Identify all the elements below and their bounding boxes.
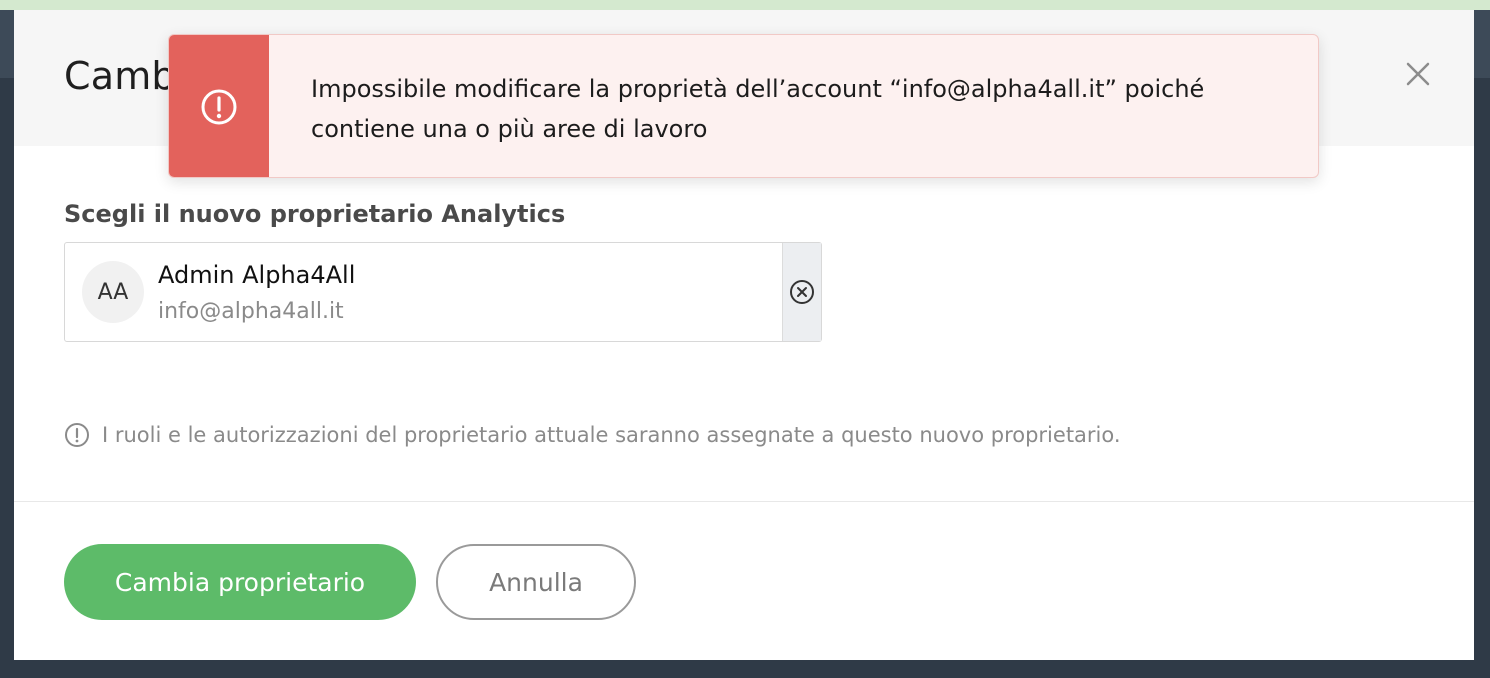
footer-divider xyxy=(14,501,1474,502)
background-page-right-strip xyxy=(1474,10,1490,78)
toast-icon-band xyxy=(169,35,269,177)
info-circle-icon xyxy=(64,422,90,448)
owner-selector[interactable]: AA Admin Alpha4All info@alpha4all.it xyxy=(64,242,822,342)
change-owner-button[interactable]: Cambia proprietario xyxy=(64,544,416,620)
owner-section-label: Scegli il nuovo proprietario Analytics xyxy=(64,200,566,228)
avatar: AA xyxy=(82,261,144,323)
info-text: I ruoli e le autorizzazioni del propriet… xyxy=(102,423,1121,447)
info-note: I ruoli e le autorizzazioni del propriet… xyxy=(64,422,1121,448)
clear-owner-button[interactable] xyxy=(782,243,821,341)
owner-email: info@alpha4all.it xyxy=(158,299,344,324)
owner-name: Admin Alpha4All xyxy=(158,261,356,289)
background-page-left-strip xyxy=(0,10,14,78)
clear-circle-icon xyxy=(790,280,814,304)
close-button[interactable] xyxy=(1402,58,1434,90)
modal-title: Camb xyxy=(64,54,176,98)
avatar-initials: AA xyxy=(97,279,129,305)
close-icon xyxy=(1406,62,1430,86)
exclamation-circle-icon xyxy=(201,89,237,125)
toast-message: Impossibile modificare la proprietà dell… xyxy=(311,75,1205,143)
error-toast: Impossibile modificare la proprietà dell… xyxy=(168,34,1319,178)
cancel-button[interactable]: Annulla xyxy=(436,544,636,620)
